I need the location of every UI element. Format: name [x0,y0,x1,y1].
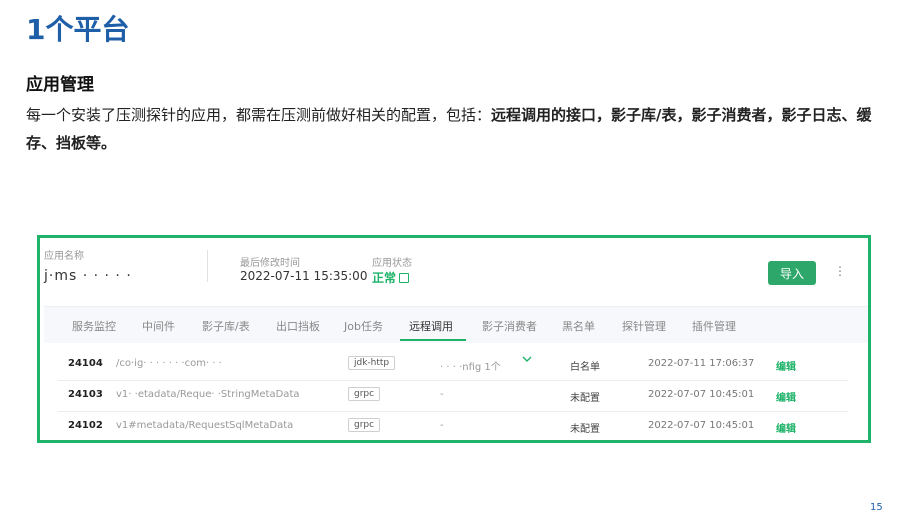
section-title: 应用管理 [26,75,94,95]
row-config: · · · ·nfig 1个 [440,362,501,373]
tab-remote-call[interactable]: 远程调用 [409,318,453,334]
table-row: 24103 v1· ·etadata/Reque· ·StringMetaDat… [58,381,848,412]
app-management-screenshot: 应用名称 j·ms · · · · · 最后修改时间 2022-07-11 15… [37,235,871,443]
tab-job[interactable]: Job任务 [344,318,383,334]
edit-status-icon[interactable] [399,273,410,283]
app-name-value: j·ms · · · · · [44,268,132,284]
row-type-tag: grpc [348,418,381,432]
row-time: 2022-07-07 10:45:01 [648,389,755,400]
row-time: 2022-07-11 17:06:37 [648,358,755,369]
tab-middleware[interactable]: 中间件 [142,318,175,334]
edit-link[interactable]: 编辑 [776,389,796,404]
table-row: 24104 /co·ig· · · · · · ·com· · · jdk-ht… [58,350,848,381]
chevron-down-icon[interactable] [522,355,532,366]
tab-shadow-consumer[interactable]: 影子消费者 [482,318,537,334]
tab-bar: 服务监控 中间件 影子库/表 出口挡板 Job任务 远程调用 影子消费者 黑名单… [44,306,868,343]
last-modified-value: 2022-07-11 15:35:00 [240,269,368,283]
edit-link[interactable]: 编辑 [776,420,796,435]
status-value: 正常 [372,269,410,286]
row-time: 2022-07-07 10:45:01 [648,420,755,431]
app-name-label: 应用名称 [44,251,84,262]
status-text: 正常 [372,271,397,285]
row-list-type: 未配置 [570,424,600,435]
row-list-type: 未配置 [570,393,600,404]
import-button[interactable]: 导入 [768,261,816,285]
row-id: 24104 [68,358,103,369]
row-path: v1#metadata/RequestSqlMetaData [116,420,294,431]
page-number: 15 [870,502,883,513]
tab-service-monitor[interactable]: 服务监控 [72,318,116,334]
active-tab-indicator [400,339,466,341]
description: 每一个安装了压测探针的应用，都需在压测前做好相关的配置，包括：远程调用的接口，影… [26,101,878,157]
edit-link[interactable]: 编辑 [776,358,796,373]
header-divider [207,250,208,282]
row-type-tag: jdk-http [348,356,396,370]
table-row: 24102 v1#metadata/RequestSqlMetaData grp… [58,412,848,442]
tab-probe-management[interactable]: 探针管理 [622,318,666,334]
tab-shadow-db[interactable]: 影子库/表 [202,318,250,334]
row-type-tag: grpc [348,387,381,401]
tab-plugin-management[interactable]: 插件管理 [692,318,736,334]
last-modified-label: 最后修改时间 [240,258,300,269]
description-prefix: 每一个安装了压测探针的应用，都需在压测前做好相关的配置，包括： [26,106,492,124]
app-header: 应用名称 j·ms · · · · · 最后修改时间 2022-07-11 15… [40,238,868,296]
row-id: 24103 [68,389,103,400]
row-path: v1· ·etadata/Reque· ·StringMetaData [116,389,300,400]
row-id: 24102 [68,420,103,431]
more-icon[interactable]: ⋮ [834,264,846,278]
remote-call-table: 24104 /co·ig· · · · · · ·com· · · jdk-ht… [58,350,848,442]
row-path: /co·ig· · · · · · ·com· · · [116,358,222,369]
row-config: - [440,389,444,400]
tab-exit-baffle[interactable]: 出口挡板 [276,318,320,334]
tab-blacklist[interactable]: 黑名单 [562,318,595,334]
row-list-type: 白名单 [570,362,600,373]
status-label: 应用状态 [372,258,412,269]
row-config: - [440,420,444,431]
slide-title: 1个平台 [26,13,130,46]
description-suffix: 等。 [86,134,117,152]
